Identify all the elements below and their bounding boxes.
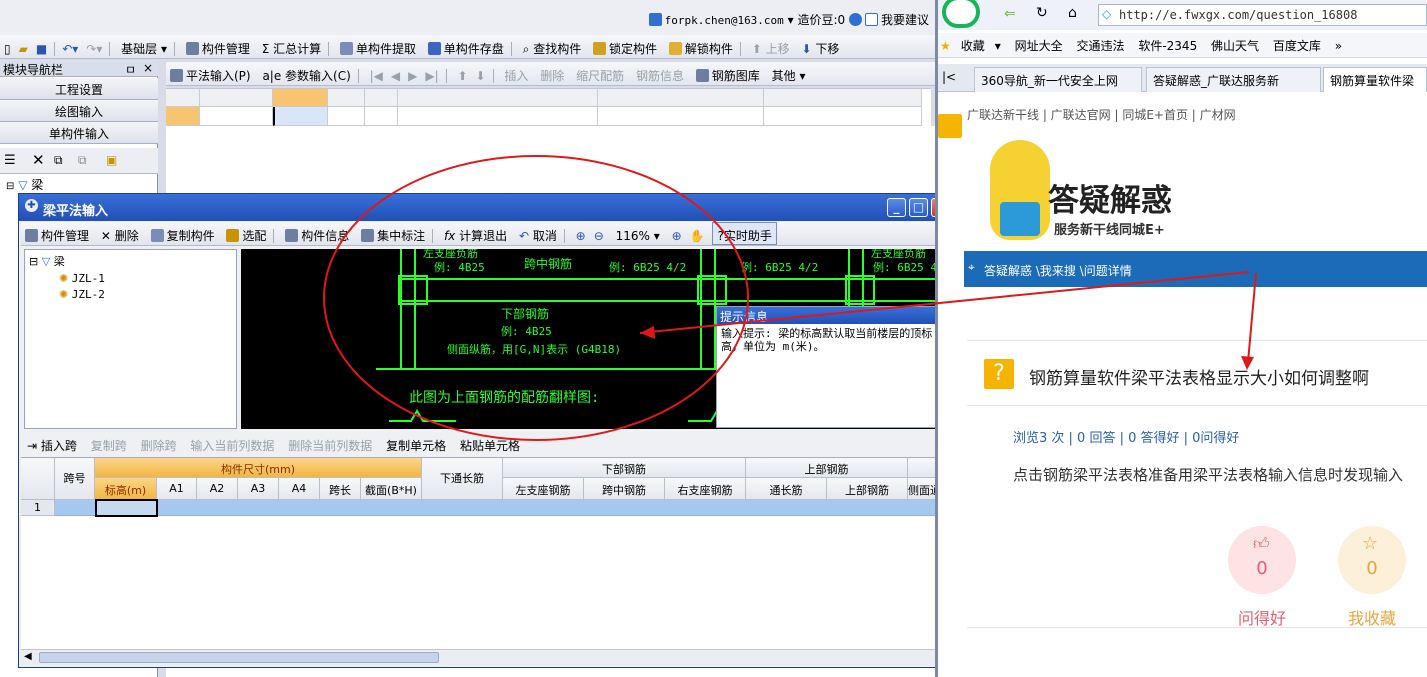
annotation-arrow-left <box>639 271 1250 334</box>
annotation-arrowhead-down <box>1241 356 1254 370</box>
annotation-ellipse <box>323 155 749 441</box>
annotation-overlay <box>323 155 1257 441</box>
annotation-arrow-down <box>1247 272 1257 363</box>
annotation-arrowhead-left <box>640 326 655 339</box>
